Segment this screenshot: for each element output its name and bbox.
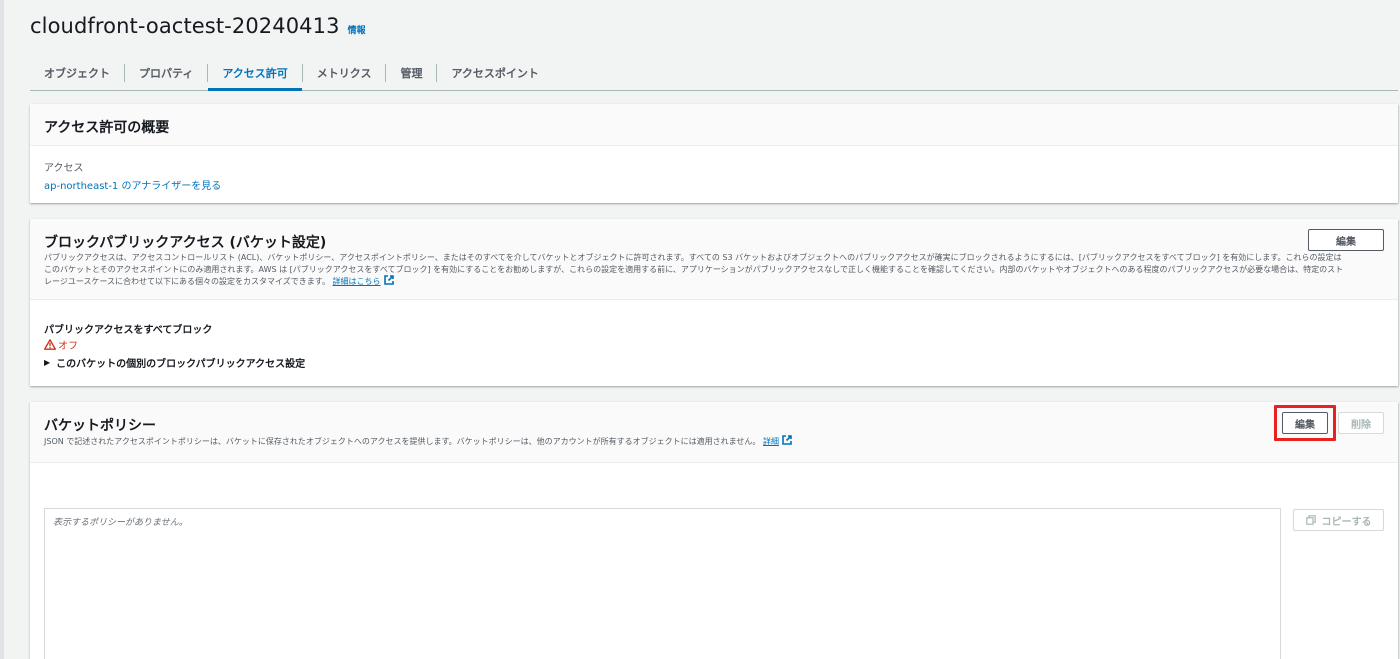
copy-label: コピーする bbox=[1321, 516, 1372, 528]
tab-access-points[interactable]: アクセスポイント bbox=[437, 56, 552, 90]
details-label: 詳細 bbox=[762, 437, 779, 446]
warning-icon bbox=[44, 339, 56, 350]
left-divider bbox=[0, 0, 4, 659]
edit-bucket-policy-button[interactable]: 編集 bbox=[1282, 412, 1328, 434]
panel-title: アクセス許可の概要 bbox=[44, 120, 170, 136]
learn-more-link[interactable]: 詳細はこちら bbox=[332, 275, 394, 287]
tab-management[interactable]: 管理 bbox=[386, 56, 436, 90]
description-text: JSON で記述されたアクセスポイントポリシーは、バケットに保存されたオブジェク… bbox=[44, 437, 761, 446]
info-link[interactable]: 情報 bbox=[348, 23, 366, 36]
description-line: パブリックアクセスは、アクセスコントロールリスト (ACL)、バケットポリシー、… bbox=[44, 253, 1342, 262]
policy-empty-text: 表示するポリシーがありません。 bbox=[53, 518, 188, 528]
access-label: アクセス bbox=[44, 163, 84, 174]
policy-editor[interactable]: 表示するポリシーがありません。 bbox=[44, 508, 1281, 659]
bucket-policy-panel: バケットポリシー JSON で記述されたアクセスポイントポリシーは、バケットに保… bbox=[30, 402, 1398, 659]
panel-header: アクセス許可の概要 bbox=[30, 104, 1398, 146]
block-all-status: オフ bbox=[44, 337, 78, 352]
copy-icon bbox=[1305, 515, 1316, 525]
copy-button[interactable]: コピーする bbox=[1293, 509, 1384, 531]
bucket-tabs: オブジェクト プロパティ アクセス許可 メトリクス 管理 アクセスポイント bbox=[30, 56, 1398, 91]
individual-settings-expander[interactable]: ▶ このバケットの個別のブロックパブリックアクセス設定 bbox=[44, 355, 305, 370]
external-link-icon bbox=[383, 275, 394, 285]
edit-block-public-access-button[interactable]: 編集 bbox=[1308, 229, 1384, 251]
block-all-label: パブリックアクセスをすべてブロック bbox=[44, 325, 213, 336]
expander-label: このバケットの個別のブロックパブリックアクセス設定 bbox=[56, 359, 306, 370]
page-header: cloudfront-oactest-20240413 情報 bbox=[30, 14, 366, 38]
s3-bucket-permissions-page: cloudfront-oactest-20240413 情報 オブジェクト プロ… bbox=[0, 0, 1400, 659]
description-line: このバケットとそのアクセスポイントにのみ適用されます。AWS は [パブリックア… bbox=[44, 264, 1344, 274]
page-title: cloudfront-oactest-20240413 bbox=[30, 14, 340, 38]
tab-objects[interactable]: オブジェクト bbox=[30, 56, 124, 90]
block-public-access-panel: ブロックパブリックアクセス (バケット設定) パブリックアクセスは、アクセスコン… bbox=[30, 219, 1398, 386]
panel-description: JSON で記述されたアクセスポイントポリシーは、バケットに保存されたオブジェク… bbox=[44, 435, 792, 448]
delete-bucket-policy-button[interactable]: 削除 bbox=[1338, 412, 1384, 434]
description-text: レージユースケースに合わせて以下にある個々の設定をカスタマイズできます。 bbox=[44, 277, 330, 287]
panel-title: ブロックパブリックアクセス (バケット設定) bbox=[44, 235, 327, 251]
panel-description: パブリックアクセスは、アクセスコントロールリスト (ACL)、バケットポリシー、… bbox=[44, 252, 1386, 288]
description-line: レージユースケースに合わせて以下にある個々の設定をカスタマイズできます。 詳細は… bbox=[44, 275, 1386, 288]
tab-metrics[interactable]: メトリクス bbox=[303, 56, 386, 90]
learn-more-label: 詳細はこちら bbox=[332, 277, 381, 287]
tab-properties[interactable]: プロパティ bbox=[125, 56, 207, 90]
external-link-icon bbox=[782, 435, 792, 445]
status-text: オフ bbox=[58, 341, 78, 352]
permissions-overview-panel: アクセス許可の概要 アクセス ap-northeast-1 のアナライザーを見る bbox=[30, 104, 1398, 203]
tab-permissions[interactable]: アクセス許可 bbox=[208, 56, 303, 91]
panel-header: バケットポリシー JSON で記述されたアクセスポイントポリシーは、バケットに保… bbox=[30, 402, 1398, 463]
details-link[interactable]: 詳細 bbox=[762, 435, 792, 446]
analyzer-link[interactable]: ap-northeast-1 のアナライザーを見る bbox=[44, 177, 221, 192]
caret-right-icon: ▶ bbox=[44, 358, 51, 367]
panel-header: ブロックパブリックアクセス (バケット設定) パブリックアクセスは、アクセスコン… bbox=[30, 219, 1398, 300]
panel-title: バケットポリシー bbox=[44, 418, 156, 434]
